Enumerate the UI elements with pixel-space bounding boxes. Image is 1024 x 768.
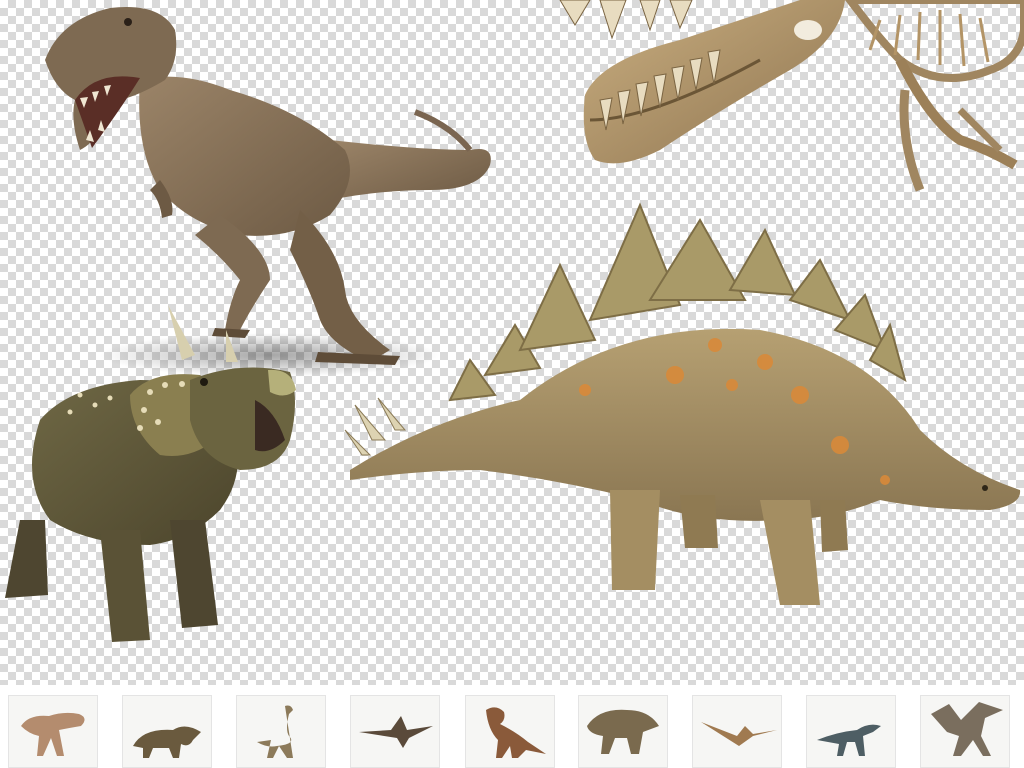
triceratops-silhouette (133, 726, 201, 758)
thumbnail-t-rex-closeup[interactable] (578, 695, 668, 768)
t-rex-roaring-image (21, 712, 85, 756)
thumbnail-raptor[interactable] (806, 695, 896, 768)
pteranodon-image (701, 722, 777, 746)
t-rex-roaring-silhouette (21, 712, 85, 756)
t-rex-standing-silhouette (486, 707, 546, 758)
pterosaur-flying-image (359, 716, 433, 748)
dinosaur-collage (0, 0, 1024, 685)
tyrannosaurus-figure (45, 6, 491, 377)
t-rex-closeup-image (587, 709, 659, 754)
thumbnail-strip (0, 685, 1024, 768)
triceratops-image (133, 726, 201, 758)
pterosaur-flying-silhouette (359, 716, 433, 748)
thumbnail-pterosaur-flying[interactable] (350, 695, 440, 768)
raptor-image (817, 724, 881, 756)
thumbnail-t-rex-standing[interactable] (465, 695, 555, 768)
dragon-pair-image (931, 702, 1003, 756)
pteranodon-silhouette (701, 722, 777, 746)
ostrich-dinosaur-image (257, 705, 293, 758)
collage-canvas (5, 0, 1024, 642)
dragon-pair-silhouette (931, 702, 1003, 756)
skeleton-skull-figure (559, 0, 1024, 192)
thumbnail-dragon-pair[interactable] (920, 695, 1010, 768)
thumbnail-pteranodon[interactable] (692, 695, 782, 768)
stegosaurus-figure (344, 202, 1021, 605)
thumbnail-ostrich-dinosaur[interactable] (236, 695, 326, 768)
thumbnail-t-rex-roaring[interactable] (8, 695, 98, 768)
raptor-silhouette (817, 724, 881, 756)
t-rex-standing-image (486, 707, 546, 758)
ostrich-dinosaur-silhouette (257, 705, 293, 758)
thumbnail-triceratops[interactable] (122, 695, 212, 768)
t-rex-closeup-silhouette (587, 709, 659, 754)
